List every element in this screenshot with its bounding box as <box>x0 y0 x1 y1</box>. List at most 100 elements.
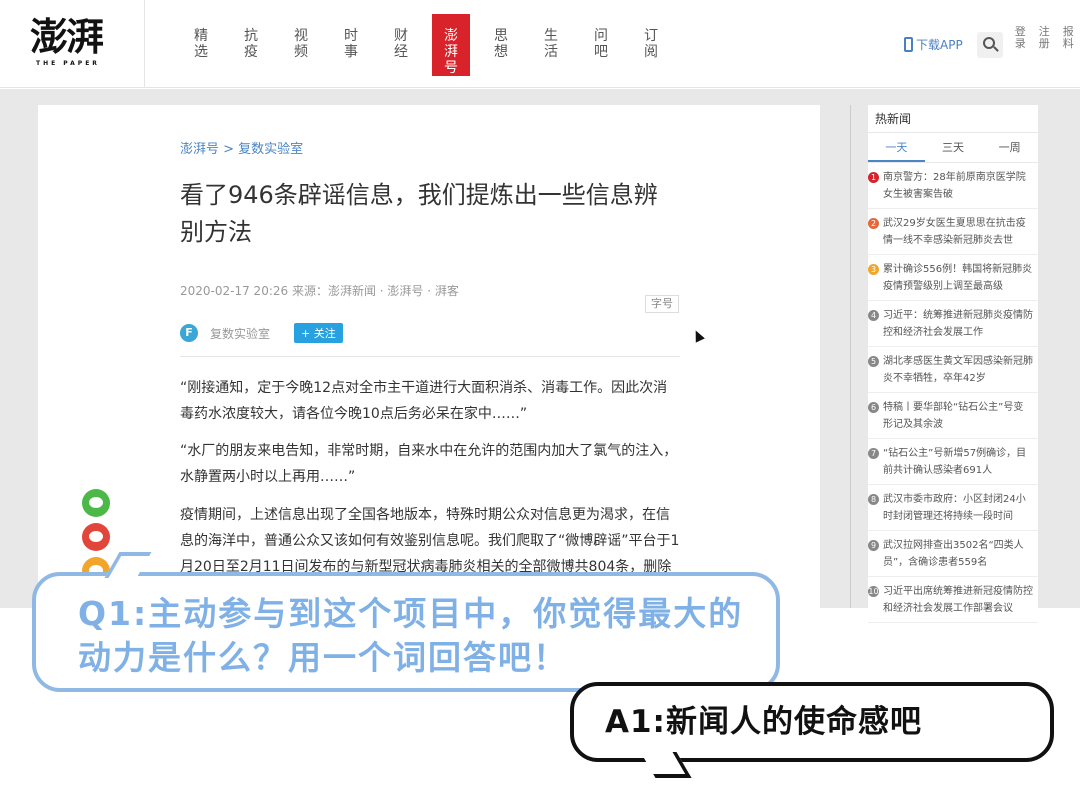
site-header: 澎湃 THE PAPER 精选抗疫视频时事财经澎湃号思想生活问吧订阅 下载APP… <box>0 0 1080 88</box>
hot-news-text: “钻石公主”号新增57例确诊，目前共计确认感染者691人 <box>883 448 1027 476</box>
rank-badge: 7 <box>868 448 879 459</box>
nav-item-char: 想 <box>494 44 508 60</box>
rank-badge: 6 <box>868 402 879 413</box>
report-link[interactable]: 报 料 <box>1063 26 1075 50</box>
search-button[interactable] <box>976 32 1003 58</box>
nav-item-char: 思 <box>494 28 508 44</box>
hot-news-text: 累计确诊556例！韩国将新冠肺炎疫情预警级别上调至最高级 <box>883 264 1033 292</box>
hot-news-item[interactable]: 8 武汉市委市政府：小区封闭24小时封闭管理还将持续一段时间 <box>868 485 1038 531</box>
tab-one-day[interactable]: 一天 <box>868 133 925 162</box>
header-divider <box>144 0 145 88</box>
author-row: F 复数实验室 + 关注 <box>180 323 343 343</box>
nav-item-char: 吧 <box>594 44 608 60</box>
nav-item-char: 精 <box>194 28 208 44</box>
wechat-share-icon[interactable] <box>82 489 110 517</box>
rank-badge: 4 <box>868 310 879 321</box>
hot-news-item[interactable]: 3 累计确诊556例！韩国将新冠肺炎疫情预警级别上调至最高级 <box>868 255 1038 301</box>
nav-item-char: 号 <box>444 60 458 76</box>
hot-news-title: 热新闻 <box>868 105 1038 133</box>
rank-badge: 5 <box>868 356 879 367</box>
download-app-label: 下载APP <box>916 38 963 52</box>
rank-badge: 10 <box>868 586 879 597</box>
logo-text: 澎湃 <box>30 14 104 59</box>
nav-item-char: 订 <box>644 28 658 44</box>
nav-item[interactable]: 抗疫 <box>226 14 276 76</box>
nav-item-char: 湃 <box>444 44 458 60</box>
hot-news-item[interactable]: 10 习近平出席统筹推进新冠疫情防控和经济社会发展工作部署会议 <box>868 577 1038 623</box>
hot-news-item[interactable]: 4 习近平：统筹推进新冠肺炎疫情防控和经济社会发展工作 <box>868 301 1038 347</box>
question-text: Q1:主动参与到这个项目中，你觉得最大的动力是什么？用一个词回答吧！ <box>78 594 744 677</box>
nav-item-char: 生 <box>544 28 558 44</box>
hot-news-list: 1 南京警方：28年前原南京医学院女生被害案告破 2 武汉29岁女医生夏思思在抗击疫情… <box>868 163 1038 623</box>
nav-item-char: 问 <box>594 28 608 44</box>
register-char: 册 <box>1038 37 1050 50</box>
nav-item[interactable]: 思想 <box>476 14 526 76</box>
sidebar-divider <box>850 105 851 608</box>
nav-item[interactable]: 时事 <box>326 14 376 76</box>
header-actions: 下载APP 登 录 注 册 报 料 <box>904 26 1075 58</box>
rank-badge: 9 <box>868 540 879 551</box>
hot-news-item[interactable]: 1 南京警方：28年前原南京医学院女生被害案告破 <box>868 163 1038 209</box>
nav-item-char: 视 <box>294 28 308 44</box>
rank-badge: 2 <box>868 218 879 229</box>
font-size-button[interactable]: 字号 <box>645 295 679 313</box>
nav-item-char: 财 <box>394 28 408 44</box>
article-paragraph: “刚接通知，定于今晚12点对全市主干道进行大面积消杀、消毒工作。因此次消毒药水浓… <box>180 380 668 422</box>
phone-icon <box>904 37 913 52</box>
register-link[interactable]: 注 册 <box>1039 26 1051 50</box>
article-meta: 2020-02-17 20:26 来源：澎湃新闻 · 澎湃号 · 湃客 <box>180 284 459 298</box>
hot-news-text: 特稿丨要华部轮“钻石公主”号变形记及其余波 <box>883 402 1024 430</box>
rank-badge: 8 <box>868 494 879 505</box>
tab-three-days[interactable]: 三天 <box>925 133 982 162</box>
main-nav: 精选抗疫视频时事财经澎湃号思想生活问吧订阅 <box>176 14 676 76</box>
download-app-link[interactable]: 下载APP <box>904 36 963 53</box>
hot-news-text: 南京警方：28年前原南京医学院女生被害案告破 <box>883 172 1026 200</box>
site-logo[interactable]: 澎湃 THE PAPER <box>30 14 140 76</box>
hot-news-text: 习近平：统筹推进新冠肺炎疫情防控和经济社会发展工作 <box>883 310 1033 338</box>
hot-news-sidebar: 热新闻 一天 三天 一周 1 南京警方：28年前原南京医学院女生被害案告破 2 武汉2… <box>868 105 1038 623</box>
nav-item-char: 经 <box>394 44 408 60</box>
hot-news-text: 习近平出席统筹推进新冠疫情防控和经济社会发展工作部署会议 <box>883 586 1033 614</box>
nav-item-char: 疫 <box>244 44 258 60</box>
nav-item[interactable]: 生活 <box>526 14 576 76</box>
nav-item-char: 频 <box>294 44 308 60</box>
hot-news-text: 湖北孝感医生黄文军因感染新冠肺炎不幸牺牲，卒年42岁 <box>883 356 1033 384</box>
follow-button[interactable]: + 关注 <box>294 323 343 343</box>
nav-item-char: 活 <box>544 44 558 60</box>
nav-item-char: 阅 <box>644 44 658 60</box>
nav-item-char: 时 <box>344 28 358 44</box>
login-link[interactable]: 登 录 <box>1015 26 1027 50</box>
hot-news-item[interactable]: 7 “钻石公主”号新增57例确诊，目前共计确认感染者691人 <box>868 439 1038 485</box>
nav-item[interactable]: 澎湃号 <box>432 14 470 76</box>
nav-item-char: 澎 <box>444 28 458 44</box>
article-divider <box>180 356 680 357</box>
nav-item[interactable]: 订阅 <box>626 14 676 76</box>
hot-news-text: 武汉拉网排查出3502名“四类人员”，含确诊患者559名 <box>883 540 1024 568</box>
nav-item[interactable]: 问吧 <box>576 14 626 76</box>
nav-item-char: 选 <box>194 44 208 60</box>
weibo-share-icon[interactable] <box>82 523 110 551</box>
nav-item-char: 抗 <box>244 28 258 44</box>
author-avatar[interactable]: F <box>180 324 198 342</box>
tab-one-week[interactable]: 一周 <box>981 133 1038 162</box>
author-name[interactable]: 复数实验室 <box>210 325 270 342</box>
hot-news-item[interactable]: 9 武汉拉网排查出3502名“四类人员”，含确诊患者559名 <box>868 531 1038 577</box>
article-title: 看了946条辟谣信息，我们提炼出一些信息辨别方法 <box>180 181 658 246</box>
logo-subtitle: THE PAPER <box>36 60 100 67</box>
hot-news-tabs: 一天 三天 一周 <box>868 133 1038 163</box>
report-char: 料 <box>1062 37 1074 50</box>
hot-news-item[interactable]: 6 特稿丨要华部轮“钻石公主”号变形记及其余波 <box>868 393 1038 439</box>
nav-item-char: 事 <box>344 44 358 60</box>
breadcrumb[interactable]: 澎湃号 > 复数实验室 <box>180 138 303 157</box>
nav-item[interactable]: 视频 <box>276 14 326 76</box>
login-char: 录 <box>1014 37 1026 50</box>
rank-badge: 3 <box>868 264 879 275</box>
hot-news-text: 武汉29岁女医生夏思思在抗击疫情一线不幸感染新冠肺炎去世 <box>883 218 1026 246</box>
article-panel: 澎湃号 > 复数实验室 看了946条辟谣信息，我们提炼出一些信息辨别方法 202… <box>38 105 820 608</box>
nav-item[interactable]: 精选 <box>176 14 226 76</box>
answer-text: A1:新闻人的使命感吧 <box>605 704 922 740</box>
hot-news-item[interactable]: 5 湖北孝感医生黄文军因感染新冠肺炎不幸牺牲，卒年42岁 <box>868 347 1038 393</box>
nav-item[interactable]: 财经 <box>376 14 426 76</box>
rank-badge: 1 <box>868 172 879 183</box>
hot-news-item[interactable]: 2 武汉29岁女医生夏思思在抗击疫情一线不幸感染新冠肺炎去世 <box>868 209 1038 255</box>
